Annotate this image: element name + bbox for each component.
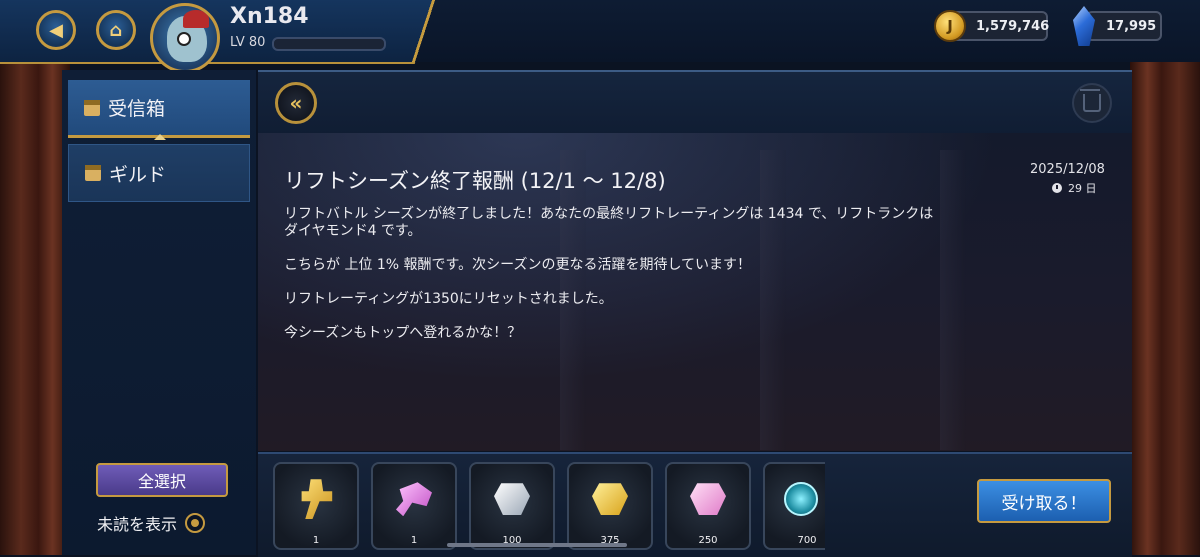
double-chevron-left-icon: « (289, 91, 303, 115)
avatar[interactable] (150, 3, 220, 73)
trash-icon (1080, 89, 1101, 112)
home-icon: ⌂ (109, 19, 123, 41)
sidebar-item-label: 受信箱 (108, 98, 166, 120)
days-remaining: 29 日 (1068, 182, 1097, 195)
left-curtain (0, 0, 70, 555)
teal-orb-icon (784, 482, 818, 517)
show-unread-label: 未読を表示 (97, 515, 178, 534)
show-unread-radio[interactable] (185, 513, 206, 533)
mail-date: 2025/12/08 (1030, 162, 1105, 177)
player-level: LV 80 (230, 35, 266, 50)
avatar-eye (177, 32, 191, 46)
pink-ore-icon (690, 483, 726, 516)
message-line: ダイヤモンド4 です。 (284, 223, 422, 239)
message-line: リフトレーティングが1350にリセットされました。 (284, 291, 613, 307)
reward-qty: 1 (312, 535, 320, 546)
reward-item[interactable]: 700 (763, 462, 825, 550)
message-line: 今シーズンもトップへ登れるかな！？ (284, 325, 522, 341)
avatar-hat (183, 10, 209, 28)
reward-qty: 700 (797, 535, 817, 546)
sidebar-item-guild[interactable]: ギルド (68, 144, 250, 202)
message-line: こちらが 上位 1% 報酬です。次シーズンの更なる活躍を期待しています！ (284, 257, 752, 273)
silver-ore-icon (494, 483, 530, 516)
message-line: リフトバトル シーズンが終了しました！あなたの最終リフトレーティングは 1434… (284, 206, 934, 222)
gold-ore-icon (592, 483, 628, 516)
coin-amount: 1,579,746 (976, 18, 1050, 34)
reward-scrollbar[interactable] (447, 543, 627, 547)
show-unread-toggle[interactable]: 未読を表示 (97, 511, 206, 535)
gem-counter[interactable]: 17,995 (1086, 11, 1162, 41)
reward-item[interactable]: 250 (665, 462, 751, 550)
delete-button[interactable] (1072, 83, 1112, 123)
receive-button[interactable]: 受け取る！ (977, 479, 1111, 523)
reward-qty: 1 (410, 535, 418, 546)
mail-expiry: 29 日 (1052, 180, 1097, 196)
right-curtain (1130, 0, 1200, 555)
reward-qty: 250 (698, 535, 718, 546)
gem-amount: 17,995 (1106, 18, 1157, 34)
reward-item[interactable]: 1 (371, 462, 457, 550)
guild-icon (85, 165, 101, 181)
mail-header (258, 70, 1132, 134)
username: Xn184 (230, 4, 309, 29)
gold-key-icon (301, 479, 333, 520)
sidebar-item-label: ギルド (109, 163, 167, 186)
pink-key-icon (396, 482, 432, 517)
sidebar-item-inbox[interactable]: 受信箱 (68, 80, 250, 138)
coin-icon: J (934, 10, 966, 42)
xp-bar (272, 37, 386, 51)
reward-item[interactable]: 375 (567, 462, 653, 550)
mail-title: リフトシーズン終了報酬 (12/1 ～ 12/8) (284, 169, 666, 193)
clock-icon (1052, 183, 1062, 193)
select-all-button[interactable]: 全選択 (96, 463, 228, 497)
active-indicator (154, 134, 166, 140)
reward-item[interactable]: 1 (273, 462, 359, 550)
inbox-icon (84, 99, 100, 116)
mail-message: リフトバトル シーズンが終了しました！あなたの最終リフトレーティングは 1434… (284, 206, 1044, 342)
home-button[interactable]: ⌂ (96, 10, 136, 50)
back-arrow-icon: ◀ (49, 19, 63, 41)
reward-item[interactable]: 100 (469, 462, 555, 550)
back-button[interactable]: ◀ (36, 10, 76, 50)
mail-back-button[interactable]: « (275, 82, 317, 124)
